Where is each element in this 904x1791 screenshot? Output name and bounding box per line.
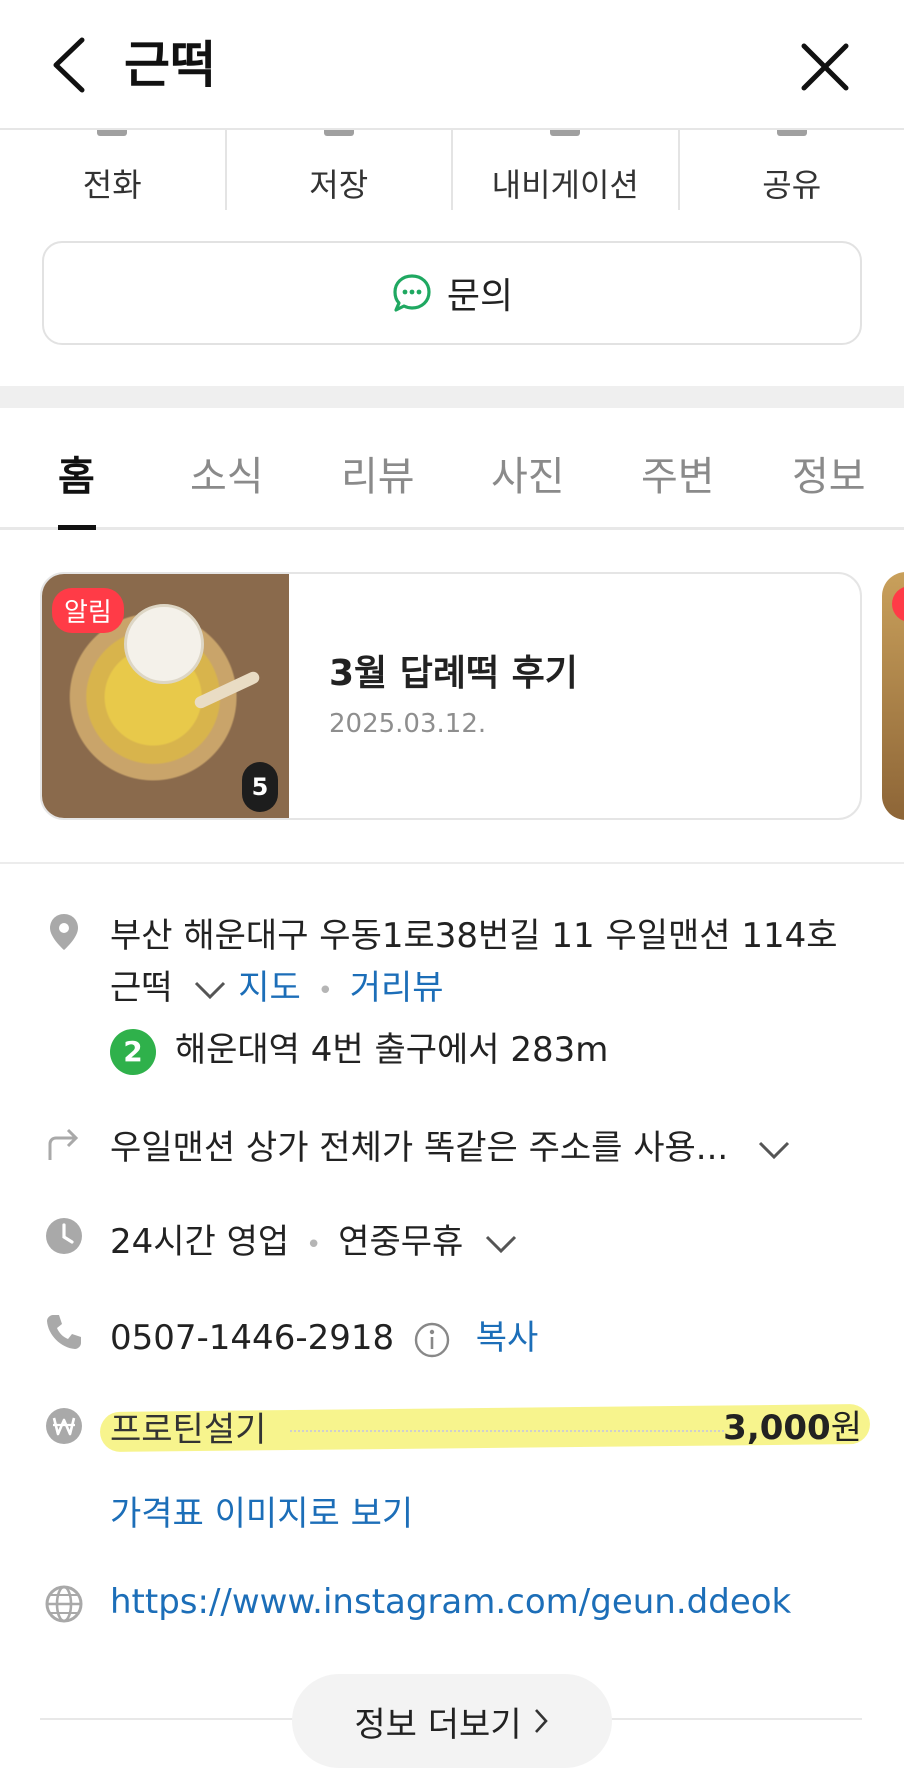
save-label: 저장 (309, 166, 369, 204)
save-button[interactable]: 저장 (224, 130, 452, 210)
news-title: 3월 답례떡 후기 (329, 653, 578, 694)
share-button[interactable]: 공유 (677, 130, 904, 210)
menu-item-price: 3,000원 (723, 1400, 862, 1449)
rice-cake-lid-image (124, 604, 204, 684)
back-button[interactable] (44, 30, 104, 100)
clock-icon (46, 1218, 82, 1254)
price-image-link[interactable]: 가격표 이미지로 보기 (110, 1486, 413, 1535)
subway-row: 2 해운대역 4번 출구에서 283m (110, 1022, 608, 1075)
business-hours: 24시간 영업 (110, 1222, 290, 1262)
address-line1: 부산 해운대구 우동1로38번길 11 우일맨션 114호 (110, 916, 838, 956)
call-label: 전화 (82, 166, 142, 204)
tab-bar: 홈 소식 리뷰 사진 주변 정보 (0, 408, 904, 530)
top-bar: 근떡 (0, 0, 904, 130)
chat-bubble-icon (393, 274, 431, 312)
phone-icon (97, 130, 128, 136)
phone-number: 0507-1446-2918 (110, 1318, 395, 1358)
tab-info[interactable]: 정보 (792, 444, 866, 502)
price-value: 3,000 (723, 1408, 831, 1448)
street-view-link[interactable]: 거리뷰 (350, 968, 444, 1008)
action-bar: 전화 저장 내비게이션 공유 (0, 130, 904, 210)
chevron-down-icon[interactable] (484, 1233, 518, 1255)
tab-home[interactable]: 홈 (58, 444, 95, 502)
subway-line-badge: 2 (110, 1028, 156, 1075)
tab-photos[interactable]: 사진 (491, 444, 565, 502)
navigation-label: 내비게이션 (491, 166, 639, 204)
news-date: 2025.03.12. (329, 709, 487, 739)
holiday-info: 연중무휴 (338, 1222, 464, 1262)
divider (0, 862, 904, 864)
fork-image (192, 669, 262, 711)
address-line2-row: 근떡 지도 • 거리뷰 (110, 960, 444, 1009)
bookmark-icon (323, 130, 354, 136)
location-pin-icon (50, 914, 78, 950)
hours-row[interactable]: 24시간 영업 • 연중무휴 (110, 1214, 518, 1263)
phone-row: 0507-1446-2918 복사 (110, 1310, 538, 1359)
website-link[interactable]: https://www.instagram.com/geun.ddeok (110, 1582, 791, 1622)
news-card[interactable]: 알림 5 3월 답례떡 후기 2025.03.12. (40, 572, 862, 820)
price-currency: 원 (830, 1408, 862, 1448)
tab-news[interactable]: 소식 (190, 444, 264, 502)
close-icon (801, 43, 849, 91)
copy-phone-button[interactable]: 복사 (476, 1318, 539, 1358)
inquiry-button[interactable]: 문의 (42, 241, 862, 345)
globe-icon (45, 1585, 83, 1623)
subway-info: 해운대역 4번 출구에서 283m (174, 1030, 609, 1070)
separator-dot: • (306, 1230, 322, 1260)
chevron-down-icon[interactable] (757, 1139, 791, 1161)
menu-leader-dots (290, 1430, 724, 1432)
share-icon (776, 130, 807, 136)
page-title: 근떡 (124, 36, 216, 94)
next-card-badge (892, 586, 904, 622)
news-thumbnail: 알림 5 (42, 574, 289, 818)
chevron-right-icon (534, 1709, 548, 1733)
photo-count-badge: 5 (242, 762, 278, 812)
tab-reviews[interactable]: 리뷰 (341, 444, 415, 502)
call-button[interactable]: 전화 (0, 130, 225, 210)
tab-nearby[interactable]: 주변 (641, 444, 715, 502)
next-news-card[interactable] (882, 572, 904, 820)
active-tab-indicator (58, 525, 96, 530)
separator-dot: • (317, 976, 333, 1006)
section-separator (0, 386, 904, 408)
more-info-button[interactable]: 정보 더보기 (292, 1674, 612, 1768)
phone-icon (47, 1315, 81, 1349)
map-link[interactable]: 지도 (238, 968, 301, 1008)
navigation-button[interactable]: 내비게이션 (451, 130, 678, 210)
more-info-label: 정보 더보기 (354, 1704, 522, 1745)
directions-row[interactable]: 우일맨션 상가 전체가 똑같은 주소를 사용... (110, 1120, 791, 1169)
address-line2: 근떡 (110, 968, 173, 1008)
directions-arrow-icon (48, 1128, 79, 1160)
menu-item-name: 프로틴설기 (110, 1410, 267, 1450)
directions-text: 우일맨션 상가 전체가 똑같은 주소를 사용... (110, 1128, 729, 1168)
inquiry-label: 문의 (446, 276, 514, 317)
share-label: 공유 (762, 166, 822, 204)
info-circle-icon[interactable] (413, 1321, 451, 1359)
close-button[interactable] (790, 32, 860, 102)
won-currency-icon (46, 1408, 82, 1444)
chevron-down-icon[interactable] (193, 979, 227, 1001)
navigation-icon (550, 130, 581, 136)
notice-badge: 알림 (52, 588, 124, 633)
back-arrow-icon (53, 37, 85, 93)
